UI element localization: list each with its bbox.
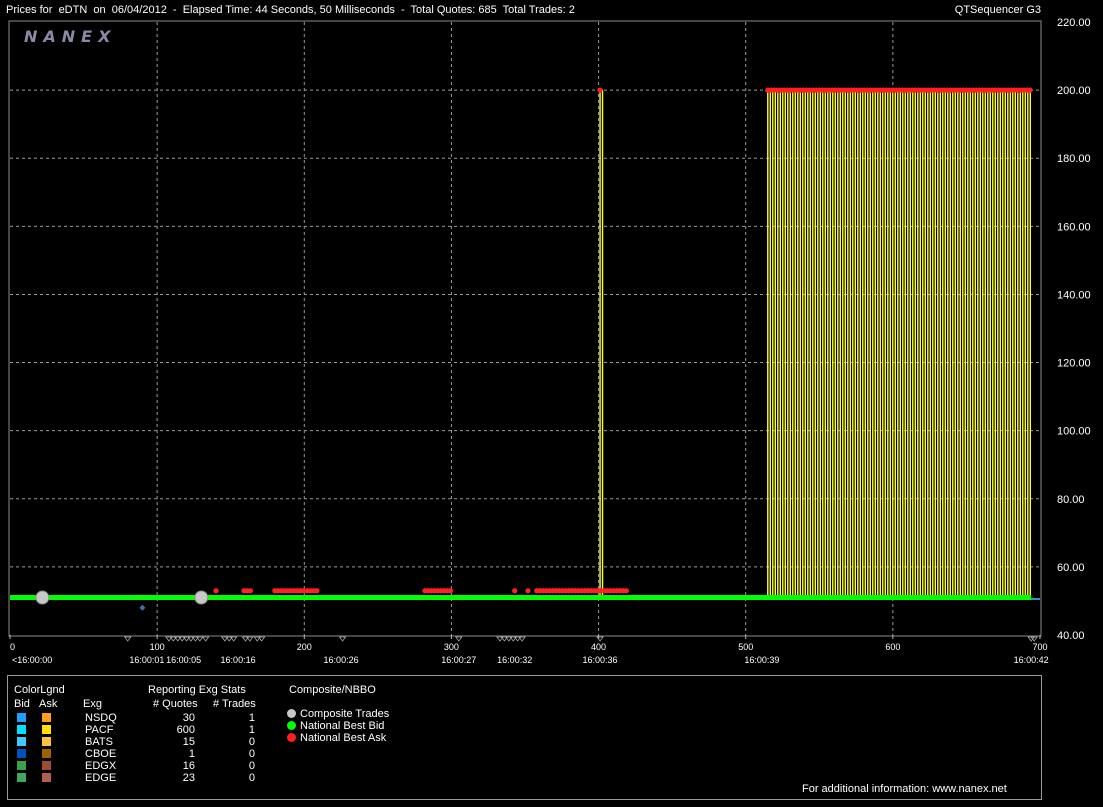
price-chart: 220.00 200.00 180.00 160.00 140.00 120.00 100.… (8, 17, 1091, 665)
exchange-quotes: 16 (182, 760, 195, 772)
trade-point (35, 590, 50, 605)
nbbo-title: Composite/NBBO (289, 684, 376, 696)
nbbo-label: Composite Trades (300, 708, 390, 720)
y-tick-label: 120.00 (1057, 358, 1091, 370)
trade-point (194, 590, 209, 605)
nbbo-marker (287, 733, 296, 742)
y-tick-label: 100.00 (1057, 426, 1091, 438)
ask-color-swatch (42, 737, 51, 746)
ask-point (447, 588, 454, 594)
trade-tick-marker (246, 636, 254, 642)
exchange-quotes: 23 (182, 772, 195, 784)
trade-tick-marker (257, 636, 266, 642)
bid-color-swatch (17, 773, 26, 782)
trade-tick-marker (196, 636, 204, 642)
ask-point (314, 588, 320, 594)
x-tick-label: 400 (591, 642, 606, 652)
y-tick-label: 140.00 (1057, 289, 1091, 301)
trade-tick-marker (229, 636, 238, 642)
chart-window: Prices for eDTN on 06/04/2012 - Elapsed … (0, 0, 1103, 807)
stats-title: Reporting Exg Stats (148, 684, 246, 696)
time-label: 16:00:01 (129, 655, 164, 665)
trades-column-header: # Trades (213, 698, 256, 710)
x-tick-label: 700 (1032, 642, 1047, 652)
x-tick-label: 500 (738, 642, 753, 652)
legend-panel: ColorLgnd Bid Ask Exg Reporting Exg Stat… (7, 675, 1042, 800)
ask-color-swatch (42, 773, 51, 782)
ask-color-swatch (42, 725, 51, 734)
time-label: 16:00:39 (744, 655, 779, 665)
x-tick-label: 300 (444, 642, 459, 652)
trade-tick-marker (123, 636, 132, 642)
time-label: <16:00:00 (12, 655, 52, 665)
ask-point (525, 588, 531, 594)
ask-point (512, 588, 518, 594)
time-label: 16:00:42 (1014, 655, 1049, 665)
time-label: 16:00:16 (221, 655, 256, 665)
nanex-logo: NANEX (24, 27, 116, 46)
ask-point (1027, 87, 1033, 93)
bid-color-swatch (17, 749, 26, 758)
quotes-column-header: # Quotes (153, 698, 198, 710)
color-legend-title: ColorLgnd (14, 684, 65, 696)
y-tick-label: 60.00 (1057, 562, 1085, 574)
exchange-trades: 1 (248, 724, 255, 736)
exchange-name: BATS (85, 736, 113, 748)
nbbo-marker (287, 721, 296, 730)
ask-color-swatch (42, 713, 51, 722)
ask-color-swatch (42, 749, 51, 758)
exchange-name: CBOE (85, 748, 117, 760)
time-label: 16:00:32 (497, 655, 532, 665)
bid-column-header: Bid (14, 698, 30, 710)
footer-info: For additional information: www.nanex.ne… (802, 783, 1007, 795)
y-tick-label: 220.00 (1057, 17, 1091, 29)
time-label: 16:00:27 (441, 655, 476, 665)
y-tick-label: 40.00 (1057, 630, 1085, 642)
time-label: 16:00:05 (166, 655, 201, 665)
trade-tick-marker (596, 636, 604, 642)
nbbo-label: National Best Bid (300, 720, 385, 732)
bid-color-swatch (17, 737, 26, 746)
exchange-trades: 0 (248, 772, 255, 784)
time-label: 16:00:36 (583, 655, 618, 665)
y-tick-label: 180.00 (1057, 153, 1091, 165)
exchange-quotes: 1 (188, 748, 195, 760)
ask-point (247, 588, 253, 594)
ask-point (597, 87, 603, 93)
ask-color-swatch (42, 761, 51, 770)
ask-column-header: Ask (39, 698, 58, 710)
y-tick-label: 200.00 (1057, 85, 1091, 97)
exchange-quotes: 30 (182, 712, 195, 724)
time-label: 16:00:26 (324, 655, 359, 665)
x-tick-label: 100 (150, 642, 165, 652)
exchange-column-header: Exg (83, 698, 102, 710)
exchange-name: EDGE (85, 772, 117, 784)
x-tick-label: 0 (10, 642, 15, 652)
exchange-name: PACF (85, 724, 114, 736)
bid-color-swatch (17, 761, 26, 770)
exchange-trades: 0 (248, 760, 255, 772)
bid-color-swatch (17, 725, 26, 734)
exchange-trades: 0 (248, 736, 255, 748)
bid-color-swatch (17, 713, 26, 722)
x-tick-label: 600 (885, 642, 900, 652)
trade-tick-marker (518, 636, 526, 642)
exchange-quotes: 15 (182, 736, 195, 748)
exchange-name: EDGX (85, 760, 117, 772)
y-tick-label: 160.00 (1057, 221, 1091, 233)
nbbo-label: National Best Ask (300, 732, 387, 744)
trade-tick-marker (338, 636, 347, 642)
trade-tick-marker (201, 636, 210, 642)
x-tick-label: 200 (297, 642, 312, 652)
exchange-quotes: 600 (176, 724, 195, 736)
exchange-name: NSDQ (85, 712, 117, 724)
nbbo-marker (287, 709, 296, 718)
ask-point (213, 588, 219, 594)
exchange-trades: 1 (248, 712, 255, 724)
trade-tick-marker (454, 636, 463, 642)
exchange-trades: 0 (248, 748, 255, 760)
y-tick-label: 80.00 (1057, 494, 1085, 506)
plot-area (8, 20, 1042, 637)
ask-point (623, 588, 629, 594)
